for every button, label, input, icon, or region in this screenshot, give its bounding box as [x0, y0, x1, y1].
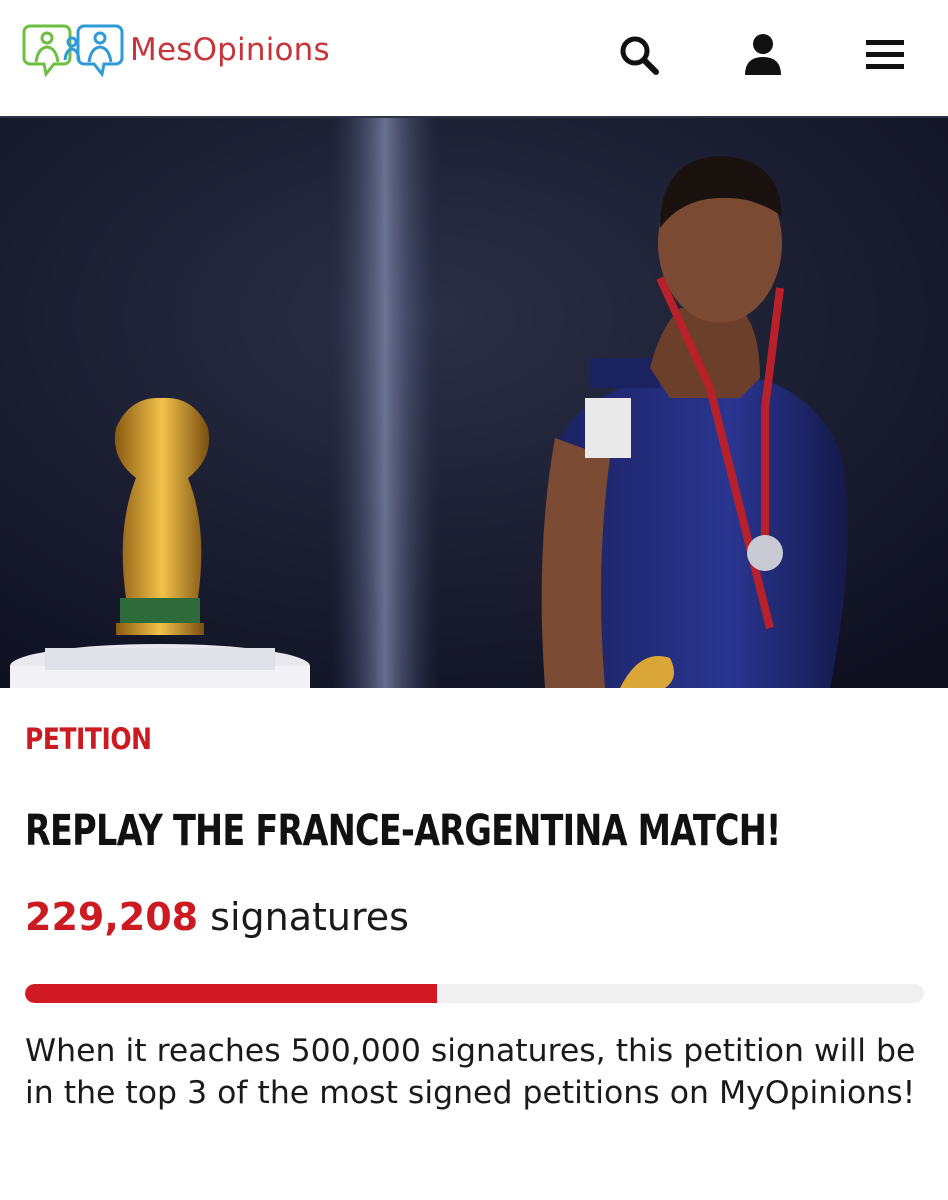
signature-count: 229,208 [25, 895, 199, 939]
hamburger-menu-icon [866, 40, 904, 69]
petition-goal-text: When it reaches 500,000 signatures, this… [25, 1033, 916, 1111]
petition-title: REPLAY THE FRANCE-ARGENTINA MATCH! [25, 806, 781, 856]
user-icon [745, 34, 781, 75]
signature-progress-fill [25, 984, 437, 1003]
signature-label: signatures [210, 895, 409, 939]
site-logo[interactable]: MesOpinions [22, 20, 330, 80]
brand-name: MesOpinions [130, 32, 330, 68]
logo-icon [22, 24, 124, 78]
search-icon [620, 36, 659, 75]
hero-illustration [0, 118, 948, 688]
signature-progress-bar [25, 984, 924, 1003]
hero-photo [0, 118, 948, 688]
site-header: MesOpinions [0, 0, 948, 118]
signature-counter: 229,208 signatures [25, 895, 409, 939]
petition-kicker: PETITION [25, 722, 152, 756]
menu-button[interactable] [862, 32, 908, 78]
search-button[interactable] [616, 32, 662, 78]
account-button[interactable] [740, 32, 786, 78]
